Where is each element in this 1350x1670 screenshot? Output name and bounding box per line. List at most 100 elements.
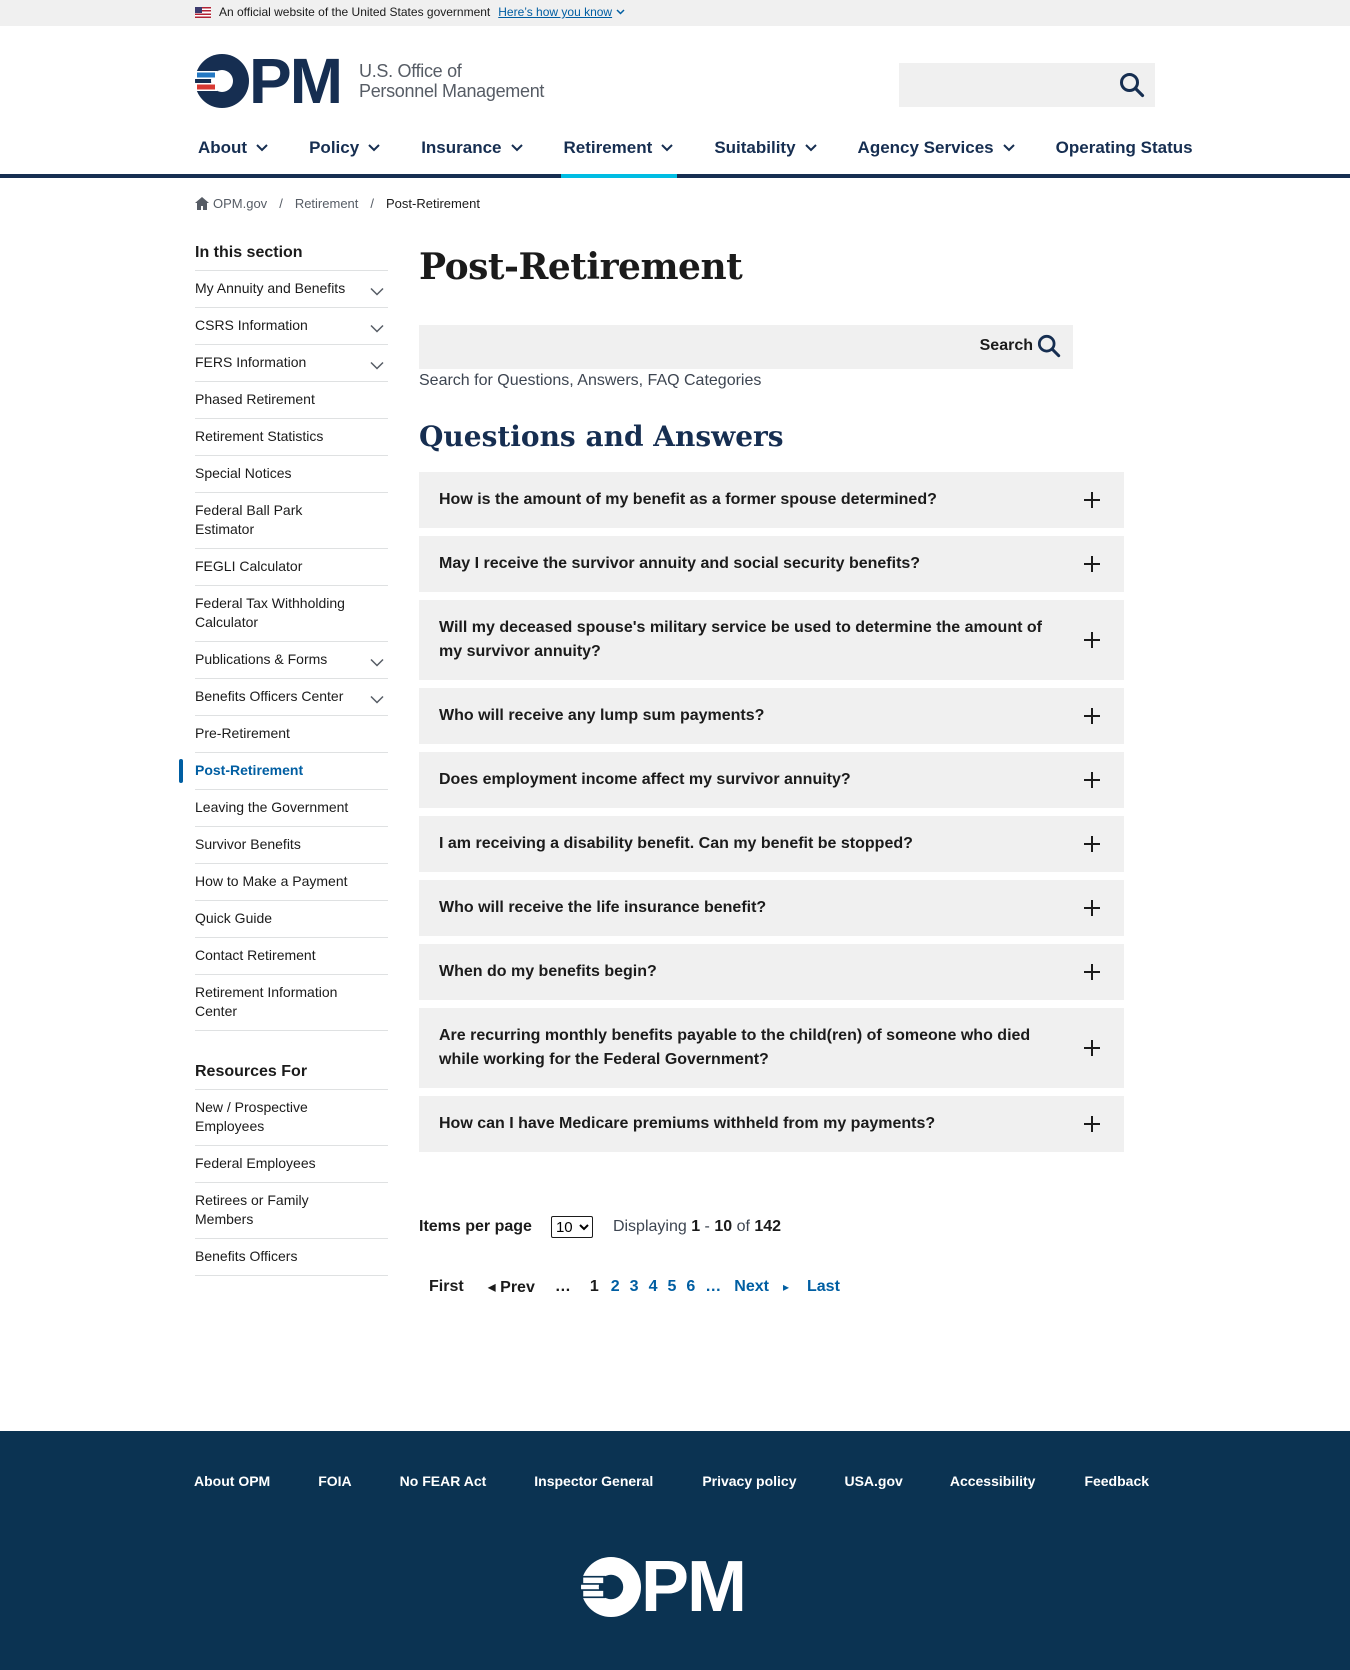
footer-link[interactable]: Accessibility [950,1473,1036,1489]
pager-page-5[interactable]: 5 [667,1278,676,1296]
plus-icon[interactable] [1084,556,1100,572]
faq-question: Who will receive the life insurance bene… [439,899,767,916]
sidebar-item[interactable]: Quick Guide [195,901,388,938]
sidebar-item[interactable]: FEGLI Calculator [195,549,388,586]
chevron-down-icon[interactable] [370,653,384,672]
footer-link[interactable]: FOIA [318,1473,351,1489]
search-icon [1037,334,1061,358]
pager-next[interactable]: Next [734,1278,769,1296]
sidebar-item[interactable]: Retirement Information Center [195,975,388,1031]
pager-next-arrow-icon[interactable]: ▸ [783,1280,789,1294]
sidebar-item[interactable]: Federal Tax Withholding Calculator [195,586,388,642]
breadcrumb-retirement[interactable]: Retirement [295,196,359,211]
breadcrumb-home[interactable]: OPM.gov [213,196,267,211]
gov-banner: An official website of the United States… [0,0,1350,26]
sidebar-item[interactable]: Contact Retirement [195,938,388,975]
nav-operating-status[interactable]: Operating Status [1053,138,1196,178]
plus-icon[interactable] [1084,900,1100,916]
faq-accordion-item[interactable]: Who will receive any lump sum payments? [419,688,1124,744]
sidebar-item[interactable]: How to Make a Payment [195,864,388,901]
items-per-page-select[interactable]: 10 [550,1216,593,1238]
chevron-down-icon[interactable] [370,356,384,375]
footer-link[interactable]: Inspector General [534,1473,653,1489]
plus-icon[interactable] [1084,964,1100,980]
opm-logo-o-icon [581,1557,641,1617]
faq-accordion-item[interactable]: Does employment income affect my survivo… [419,752,1124,808]
sidebar-item-label: How to Make a Payment [195,873,348,889]
sidebar-item[interactable]: Special Notices [195,456,388,493]
plus-icon[interactable] [1084,632,1100,648]
sidebar-item[interactable]: Retirees or Family Members [195,1183,388,1239]
nav-retirement[interactable]: Retirement [560,138,678,178]
faq-accordion-item[interactable]: When do my benefits begin? [419,944,1124,1000]
chevron-down-icon [1002,144,1015,152]
pager-page-4[interactable]: 4 [649,1278,658,1296]
nav-about[interactable]: About [195,138,272,178]
footer-link[interactable]: Feedback [1084,1473,1149,1489]
faq-accordion-item[interactable]: How is the amount of my benefit as a for… [419,472,1124,528]
range-separator: - [700,1218,715,1235]
faq-accordion-item[interactable]: May I receive the survivor annuity and s… [419,536,1124,592]
pager-page-6[interactable]: 6 [686,1278,695,1296]
faq-search-input[interactable] [419,325,939,369]
plus-icon[interactable] [1084,1040,1100,1056]
sidebar-item[interactable]: My Annuity and Benefits [195,271,388,308]
pager-first[interactable]: First [429,1278,464,1296]
logo-agency-name: U.S. Office of Personnel Management [359,61,544,101]
footer-link[interactable]: Privacy policy [702,1473,796,1489]
chevron-down-icon[interactable] [370,319,384,338]
sidebar-item[interactable]: FERS Information [195,345,388,382]
faq-question: Who will receive any lump sum payments? [439,707,765,724]
footer-link[interactable]: USA.gov [844,1473,902,1489]
faq-accordion-item[interactable]: How can I have Medicare premiums withhel… [419,1096,1124,1152]
opm-logo[interactable]: PM U.S. Office of Personnel Management [195,49,544,113]
pager-page-3[interactable]: 3 [630,1278,639,1296]
plus-icon[interactable] [1084,836,1100,852]
header-search-input[interactable] [899,63,1099,107]
faq-question: How is the amount of my benefit as a for… [439,491,937,508]
chevron-down-icon[interactable] [370,282,384,301]
faq-accordion-item[interactable]: Are recurring monthly benefits payable t… [419,1008,1124,1088]
header-search [899,63,1155,107]
nav-policy[interactable]: Policy [306,138,384,178]
sidebar-item[interactable]: Publications & Forms [195,642,388,679]
footer-link[interactable]: About OPM [194,1473,270,1489]
nav-insurance[interactable]: Insurance [418,138,526,178]
footer-opm-logo[interactable]: PM [581,1551,747,1623]
qa-heading: Questions and Answers [419,420,784,453]
sidebar-item[interactable]: Retirement Statistics [195,419,388,456]
plus-icon[interactable] [1084,492,1100,508]
chevron-down-icon[interactable] [616,7,625,17]
footer-link[interactable]: No FEAR Act [400,1473,487,1489]
faq-accordion-item[interactable]: I am receiving a disability benefit. Can… [419,816,1124,872]
sidebar-item[interactable]: Post-Retirement [179,753,388,790]
sidebar-item[interactable]: Survivor Benefits [195,827,388,864]
heres-how-you-know-link[interactable]: Here’s how you know [498,5,612,19]
plus-icon[interactable] [1084,708,1100,724]
nav-suitability[interactable]: Suitability [711,138,820,178]
faq-search-button[interactable]: Search [980,334,1061,358]
chevron-down-icon [661,144,674,152]
sidebar-item[interactable]: Leaving the Government [195,790,388,827]
pager-prev[interactable]: ◂ Prev [488,1277,535,1297]
sidebar-item[interactable]: Pre-Retirement [195,716,388,753]
sidebar-item[interactable]: Federal Employees [195,1146,388,1183]
home-icon[interactable] [195,197,209,210]
chevron-down-icon[interactable] [370,690,384,709]
faq-accordion-item[interactable]: Who will receive the life insurance bene… [419,880,1124,936]
sidebar-item[interactable]: CSRS Information [195,308,388,345]
sidebar-item[interactable]: Benefits Officers Center [195,679,388,716]
nav-agency-services[interactable]: Agency Services [855,138,1019,178]
plus-icon[interactable] [1084,772,1100,788]
pager-last[interactable]: Last [807,1278,840,1296]
sidebar-item-label: Federal Ball Park Estimator [195,502,303,537]
plus-icon[interactable] [1084,1116,1100,1132]
sidebar-item[interactable]: Federal Ball Park Estimator [195,493,388,549]
sidebar-item-label: Federal Employees [195,1155,316,1171]
sidebar-item[interactable]: Phased Retirement [195,382,388,419]
search-icon[interactable] [1119,72,1145,98]
faq-accordion-item[interactable]: Will my deceased spouse's military servi… [419,600,1124,680]
sidebar-item[interactable]: Benefits Officers [195,1239,388,1276]
pager-page-2[interactable]: 2 [611,1278,620,1296]
sidebar-item[interactable]: New / Prospective Employees [195,1090,388,1146]
